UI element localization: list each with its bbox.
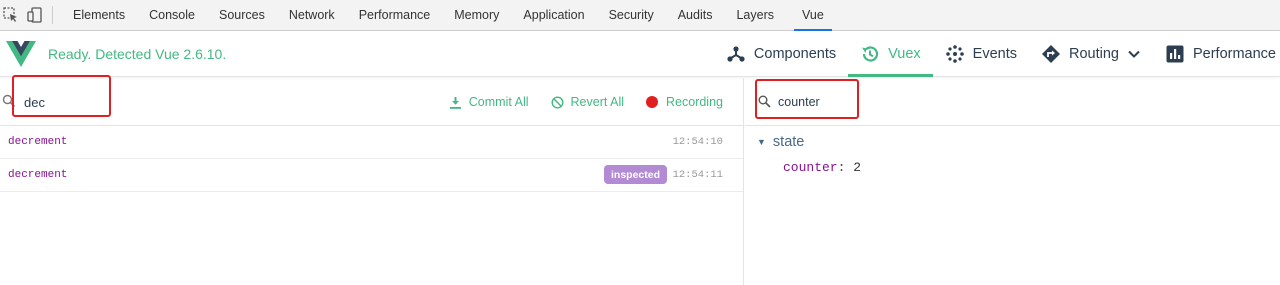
status-text: Ready. Detected Vue 2.6.10.: [48, 45, 227, 62]
highlight-box: [12, 75, 111, 117]
vue-devtools-header: Ready. Detected Vue 2.6.10. Components V…: [0, 31, 1280, 77]
revert-all-label: Revert All: [570, 95, 625, 109]
mutation-time: 12:54:11: [672, 169, 723, 181]
state-value: 2: [853, 160, 862, 175]
download-icon: [449, 96, 461, 109]
tab-vue[interactable]: Vue: [790, 0, 836, 31]
state-pane: ▼ state counter: 2: [745, 78, 1280, 285]
devtools-tab-bar: Elements Console Sources Network Perform…: [0, 0, 1280, 31]
tab-layers[interactable]: Layers: [724, 0, 786, 31]
nav-routing-label: Routing: [1069, 46, 1119, 62]
state-tree: ▼ state counter: 2: [745, 126, 1280, 175]
tab-elements[interactable]: Elements: [61, 0, 137, 31]
mutation-row[interactable]: decrement inspected 12:54:11: [0, 159, 743, 192]
nav-events-label: Events: [972, 46, 1017, 62]
block-icon: [551, 95, 564, 109]
mutation-name: decrement: [8, 136, 68, 148]
nav-components[interactable]: Components: [714, 31, 848, 77]
toolbar-divider: [52, 6, 53, 24]
nav-performance[interactable]: Performance: [1153, 31, 1280, 77]
mutation-name: decrement: [8, 169, 68, 181]
nav-vuex[interactable]: Vuex: [848, 31, 933, 77]
mutations-pane: Commit All Revert All Recording decremen…: [0, 75, 744, 285]
vue-logo-icon: [6, 40, 36, 67]
expand-triangle-icon: ▼: [757, 137, 766, 147]
device-toolbar-icon[interactable]: [26, 6, 44, 24]
mutation-row[interactable]: decrement 12:54:10: [0, 126, 743, 159]
tab-audits[interactable]: Audits: [666, 0, 725, 31]
inspect-element-icon[interactable]: [2, 6, 20, 24]
tab-console[interactable]: Console: [137, 0, 207, 31]
nav-vuex-label: Vuex: [888, 46, 921, 62]
state-colon: :: [837, 160, 854, 175]
recording-label: Recording: [666, 95, 723, 109]
history-icon: [860, 44, 880, 64]
revert-all-button[interactable]: Revert All: [551, 95, 625, 109]
tab-security[interactable]: Security: [597, 0, 666, 31]
tab-performance[interactable]: Performance: [347, 0, 443, 31]
tab-network[interactable]: Network: [277, 0, 347, 31]
nav-events[interactable]: Events: [933, 31, 1029, 77]
chevron-down-icon[interactable]: [1127, 47, 1141, 61]
tab-memory[interactable]: Memory: [442, 0, 511, 31]
nav-routing[interactable]: Routing: [1029, 31, 1153, 77]
record-dot-icon: [646, 96, 659, 108]
vue-nav: Components Vuex Events Routing Performan…: [714, 31, 1280, 77]
mutation-actions: Commit All Revert All Recording: [427, 78, 723, 126]
commit-all-label: Commit All: [468, 95, 529, 109]
mutations-toolbar: Commit All Revert All Recording: [0, 75, 743, 126]
nav-components-label: Components: [753, 46, 837, 62]
mutation-time: 12:54:10: [672, 136, 723, 148]
tab-application[interactable]: Application: [511, 0, 596, 31]
nav-performance-label: Performance: [1192, 46, 1276, 62]
state-key: counter: [783, 160, 838, 175]
state-entry[interactable]: counter: 2: [783, 160, 1280, 175]
highlight-box: [755, 79, 859, 119]
recording-toggle[interactable]: Recording: [646, 95, 723, 109]
events-icon: [945, 44, 965, 64]
state-section-toggle[interactable]: ▼ state: [757, 134, 1280, 150]
bar-chart-icon: [1165, 44, 1185, 64]
state-toolbar: [745, 78, 1280, 126]
routing-icon: [1041, 44, 1061, 64]
inspected-badge: inspected: [603, 165, 667, 184]
state-section-label: state: [772, 134, 805, 150]
tab-sources[interactable]: Sources: [207, 0, 277, 31]
components-icon: [726, 44, 746, 64]
commit-all-button[interactable]: Commit All: [449, 95, 529, 109]
